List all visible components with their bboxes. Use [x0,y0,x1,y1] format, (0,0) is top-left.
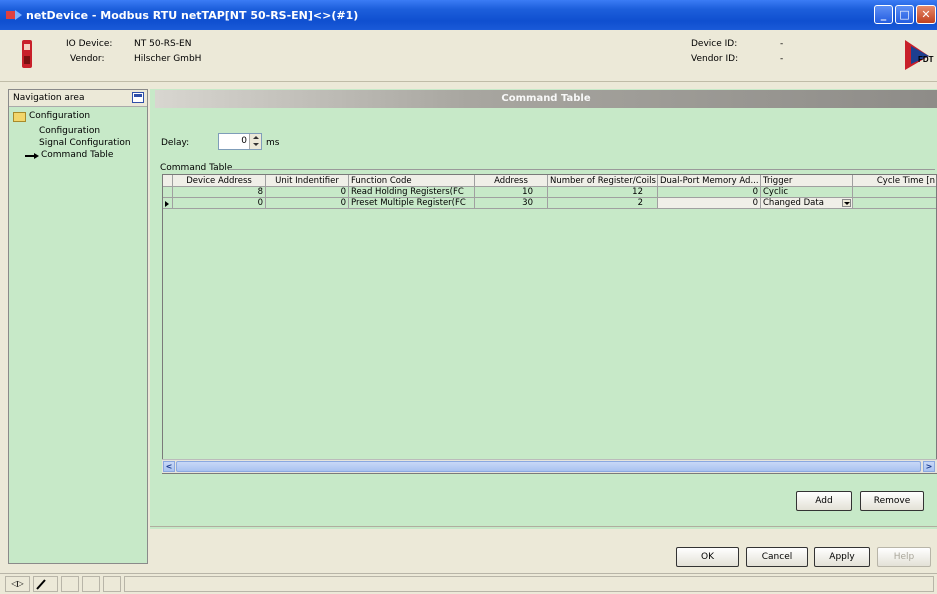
vendor-label: Vendor: [70,54,105,64]
delay-spinner[interactable] [249,134,261,149]
navigation-area: Navigation area Configuration Configurat… [8,89,148,564]
table-cell[interactable]: 12 [548,187,658,198]
pencil-icon [36,579,46,590]
nav-item-signal-configuration[interactable]: Signal Configuration [39,138,131,148]
col-function-code[interactable]: Function Code [349,175,475,187]
group-divider [229,169,935,170]
horizontal-scrollbar[interactable]: < > [162,459,937,473]
apply-button[interactable]: Apply [814,547,870,567]
io-device-label: IO Device: [66,39,113,49]
vendor-id-label: Vendor ID: [691,54,739,64]
table-cell[interactable]: 0 [266,187,349,198]
netdevice-app-icon [6,10,22,20]
col-dual-port-memory-address[interactable]: Dual-Port Memory Ad... [658,175,761,187]
remove-button[interactable]: Remove [860,491,924,511]
vendor-id-value: - [780,54,784,64]
col-cycle-time[interactable]: Cycle Time [n [853,175,936,187]
status-bar: ◁▷ [0,573,937,594]
col-number-of-registers[interactable]: Number of Register/Coils [548,175,658,187]
vendor-value: Hilscher GmbH [134,54,202,64]
row-header-corner [163,175,173,187]
current-row-icon [165,201,169,207]
device-info-header: IO Device: NT 50-RS-EN Vendor: Hilscher … [0,30,937,82]
status-message-area [124,576,934,592]
status-cell [61,576,79,592]
table-cell[interactable]: 0 [658,187,761,198]
table-cell[interactable]: 0 [173,198,266,209]
close-icon: ✕ [921,8,931,21]
maximize-icon: □ [899,8,910,21]
trigger-dropdown[interactable]: Changed Data [761,198,853,209]
help-button[interactable]: Help [877,547,931,567]
footer-divider [150,526,937,527]
collapse-pane-icon[interactable] [132,92,144,103]
table-cell[interactable] [853,198,936,209]
close-button[interactable]: ✕ [916,5,936,24]
device-id-label: Device ID: [691,39,738,49]
device-icon [22,40,32,68]
minimize-icon: _ [880,8,887,21]
minimize-button[interactable]: _ [874,5,893,24]
delay-input[interactable]: 0 [218,133,262,150]
table-cell[interactable]: Cyclic [761,187,853,198]
content-banner: Command Table [155,90,937,108]
table-cell[interactable]: 2 [548,198,658,209]
table-cell[interactable]: 0 [658,198,761,209]
nav-item-configuration[interactable]: Configuration [39,126,100,136]
command-table-group-label: Command Table [160,163,235,173]
status-cell [103,576,121,592]
col-device-address[interactable]: Device Address [173,175,266,187]
table-cell[interactable]: Preset Multiple Register(FC [349,198,475,209]
window-title: netDevice - Modbus RTU netTAP[NT 50-RS-E… [26,8,359,22]
io-device-value: NT 50-RS-EN [134,39,192,49]
selected-arrow-icon [25,153,39,159]
table-cell[interactable]: 10 [475,187,548,198]
add-button[interactable]: Add [796,491,852,511]
table-cell[interactable]: 0 [266,198,349,209]
delay-unit: ms [266,138,280,148]
fdt-logo: FDT [905,40,934,70]
row-selector[interactable] [163,198,173,209]
table-cell[interactable]: 30 [475,198,548,209]
table-cell[interactable]: 8 [173,187,266,198]
status-connection-icon: ◁▷ [5,576,30,592]
navigation-title: Navigation area [13,93,85,103]
cancel-button[interactable]: Cancel [746,547,808,567]
status-cell [82,576,100,592]
maximize-button[interactable]: □ [895,5,914,24]
device-id-value: - [780,39,784,49]
fdt-logo-text: FDT [918,55,934,64]
row-selector[interactable] [163,187,173,198]
window-titlebar: netDevice - Modbus RTU netTAP[NT 50-RS-E… [0,0,937,30]
delay-value: 0 [241,136,247,146]
table-cell[interactable] [853,187,936,198]
col-trigger[interactable]: Trigger [761,175,853,187]
col-address[interactable]: Address [475,175,548,187]
col-unit-identifier[interactable]: Unit Indentifier [266,175,349,187]
navigation-header: Navigation area [9,90,147,107]
table-cell[interactable]: Read Holding Registers(FC [349,187,475,198]
chevron-down-icon[interactable] [842,199,851,207]
folder-icon [13,112,26,122]
nav-item-command-table[interactable]: Command Table [41,150,113,160]
trigger-dropdown-value: Changed Data [763,198,824,208]
nav-item-configuration-root[interactable]: Configuration [29,111,90,121]
scroll-right-icon[interactable]: > [923,461,935,472]
delay-label: Delay: [161,138,190,148]
scroll-left-icon[interactable]: < [163,461,175,472]
ok-button[interactable]: OK [676,547,739,567]
status-edit-cell [33,576,58,592]
command-table-grid: Device Address Unit Indentifier Function… [162,174,937,474]
scrollbar-thumb[interactable] [176,461,921,472]
